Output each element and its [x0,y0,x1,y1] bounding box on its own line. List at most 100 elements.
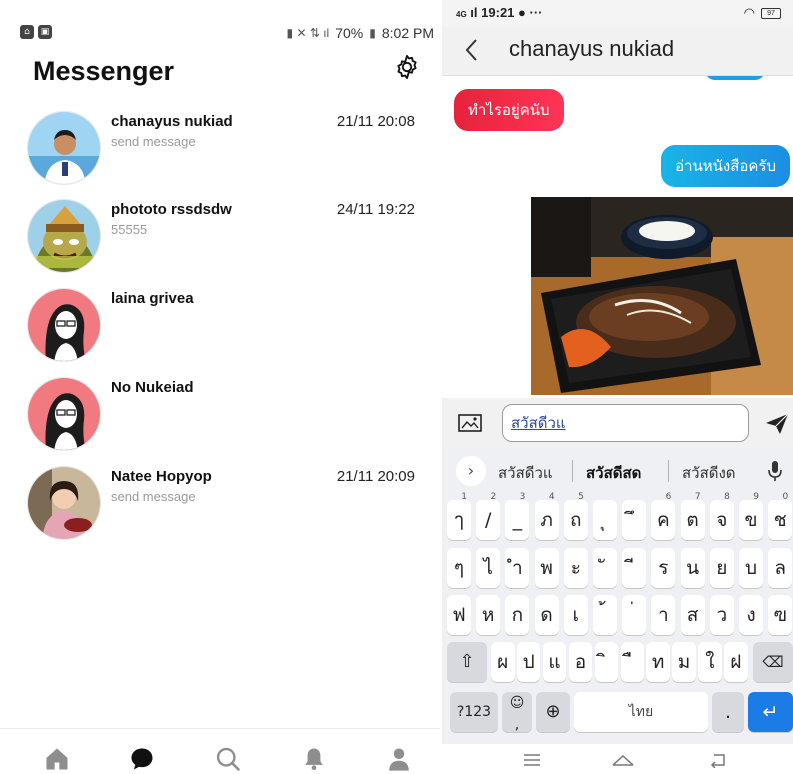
period-key[interactable]: . [712,692,744,732]
key-number-hint: 0 [782,492,789,502]
conversation-name: No Nukeiad [111,379,194,396]
keyboard-key[interactable]: ห [476,595,501,635]
keyboard-key[interactable]: ป [516,642,541,682]
profile-icon[interactable] [385,745,413,773]
keyboard-key[interactable]: ย [709,548,734,588]
keyboard-key[interactable]: ว [709,595,734,635]
message-list[interactable]: ทำไรอยู่คนับ อ่านหนังสือครับ [442,76,793,398]
key-label: ค [657,509,670,531]
image-attach-icon[interactable] [458,414,482,432]
key-label: า [658,604,669,626]
symbols-key[interactable]: ?123 [450,692,498,732]
keyboard-key[interactable]: ะ [563,548,588,588]
key-number-hint: 9 [753,492,759,502]
keyboard-key[interactable]: _ 3 [505,492,530,540]
keyboard-key[interactable]: ล [768,548,793,588]
conversation-item[interactable]: phototo rssdsdw 55555 24/11 19:22 [0,199,440,279]
suggestion-item[interactable]: สวัสดีวแ [498,461,553,485]
battery-icon: ▮ [369,26,376,40]
send-icon[interactable] [764,412,790,436]
key-label: ฃ [773,604,787,626]
shift-key[interactable]: ⇧ [447,642,487,682]
message-input[interactable] [502,404,749,442]
key-number-hint: 6 [665,492,672,502]
enter-key[interactable]: ↵ [748,692,793,732]
key-label: ท [651,651,665,673]
keyboard-key[interactable]: ต7 [680,492,705,540]
keyboard-key[interactable]: อ [568,642,593,682]
home-icon[interactable] [43,745,71,773]
keyboard-key[interactable]: ั [593,548,617,588]
wifi-icon: ◠ [743,5,755,20]
keyboard-key[interactable]: ฃ [768,595,793,635]
keyboard-key[interactable]: บ [739,548,763,588]
keyboard-key[interactable]: พ [534,548,559,588]
keyboard-key[interactable]: ง [739,595,763,635]
comma-label: , [514,717,520,733]
space-key[interactable]: ไทย [574,692,708,732]
keyboard-key[interactable]: ฟ [447,595,471,635]
keyboard-key[interactable]: ม [672,642,696,682]
keyboard-key[interactable]: ๆ [447,548,471,588]
keyboard-key[interactable]: ช0 [768,492,793,540]
keyboard-key[interactable]: ี [622,548,647,588]
keyboard-key[interactable]: ข9 [739,492,763,540]
keyboard-key[interactable]: ไ [476,548,501,588]
keyboard-key[interactable]: ิ [594,642,619,682]
globe-icon[interactable]: ⊕ [536,692,570,732]
keyboard-key[interactable]: ำ [505,548,530,588]
suggestion-item[interactable]: สวัสดีสด [586,461,641,485]
search-icon[interactable] [214,745,242,773]
keyboard-key[interactable]: ก [505,595,530,635]
expand-suggestions-icon[interactable]: › [456,456,486,486]
avatar [27,199,101,273]
conversation-item[interactable]: laina grivea [0,288,440,368]
keyboard-key[interactable]: ค6 [651,492,676,540]
keyboard-key[interactable]: ้ [593,595,617,635]
backspace-key[interactable]: ⌫ [753,642,793,682]
conversation-time: 24/11 19:22 [336,201,415,218]
photo-message[interactable] [531,197,793,395]
conversation-item[interactable]: No Nukeiad [0,377,440,457]
conversation-item[interactable]: chanayus nukiad send message 21/11 20:08 [0,111,440,191]
keyboard-key[interactable]: ุ [593,500,617,540]
keyboard-key[interactable]: น [680,548,705,588]
gear-icon[interactable] [393,53,421,81]
home-button-icon[interactable] [610,752,636,768]
keyboard-key[interactable]: ื [620,642,644,682]
key-label: ต [686,509,699,531]
back-arrow-icon[interactable] [462,36,482,64]
emoji-key[interactable]: ☺ , [502,692,532,733]
conversation-preview: 55555 [111,222,148,237]
keyboard-key[interactable]: ึ [622,500,647,540]
conversation-item[interactable]: Natee Hopyop send message 21/11 20:09 [0,466,440,546]
keyboard-key[interactable]: ่ [622,595,647,635]
keyboard-key[interactable]: แ [542,642,567,682]
keyboard-key[interactable]: เ [563,595,588,635]
key-label: เ [572,604,580,626]
key-number-hint: 4 [548,492,555,502]
keyboard-key[interactable]: ด [534,595,559,635]
keyboard-key[interactable]: ๅ1 [447,492,471,540]
back-button-icon[interactable] [708,752,728,768]
recent-apps-icon[interactable] [522,752,542,768]
keyboard-key[interactable]: ถ5 [563,492,588,540]
status-bar: ⌂ ▣ ▮ ✕ ⇅ ıl 70% ▮ 8:02 PM [0,24,440,42]
keyboard-key[interactable]: า [651,595,676,635]
chat-icon[interactable] [128,745,156,773]
suggestion-bar: › สวัสดีวแ สวัสดีสด สวัสดีงด [442,448,793,494]
keyboard-key[interactable]: ท [646,642,670,682]
bell-icon[interactable] [300,745,328,773]
keyboard-key[interactable]: จ8 [709,492,734,540]
suggestion-item[interactable]: สวัสดีงด [682,461,736,485]
microphone-icon[interactable] [767,460,783,482]
keyboard-key[interactable]: /2 [476,492,501,540]
page-title: Messenger [33,56,175,86]
keyboard-key[interactable]: ภ4 [534,492,559,540]
key-label: ๅ [454,509,464,531]
keyboard-key[interactable]: ฝ [724,642,748,682]
keyboard-key[interactable]: ผ [491,642,515,682]
keyboard-key[interactable]: ส [680,595,705,635]
keyboard-key[interactable]: ร [651,548,676,588]
keyboard-key[interactable]: ใ [698,642,722,682]
